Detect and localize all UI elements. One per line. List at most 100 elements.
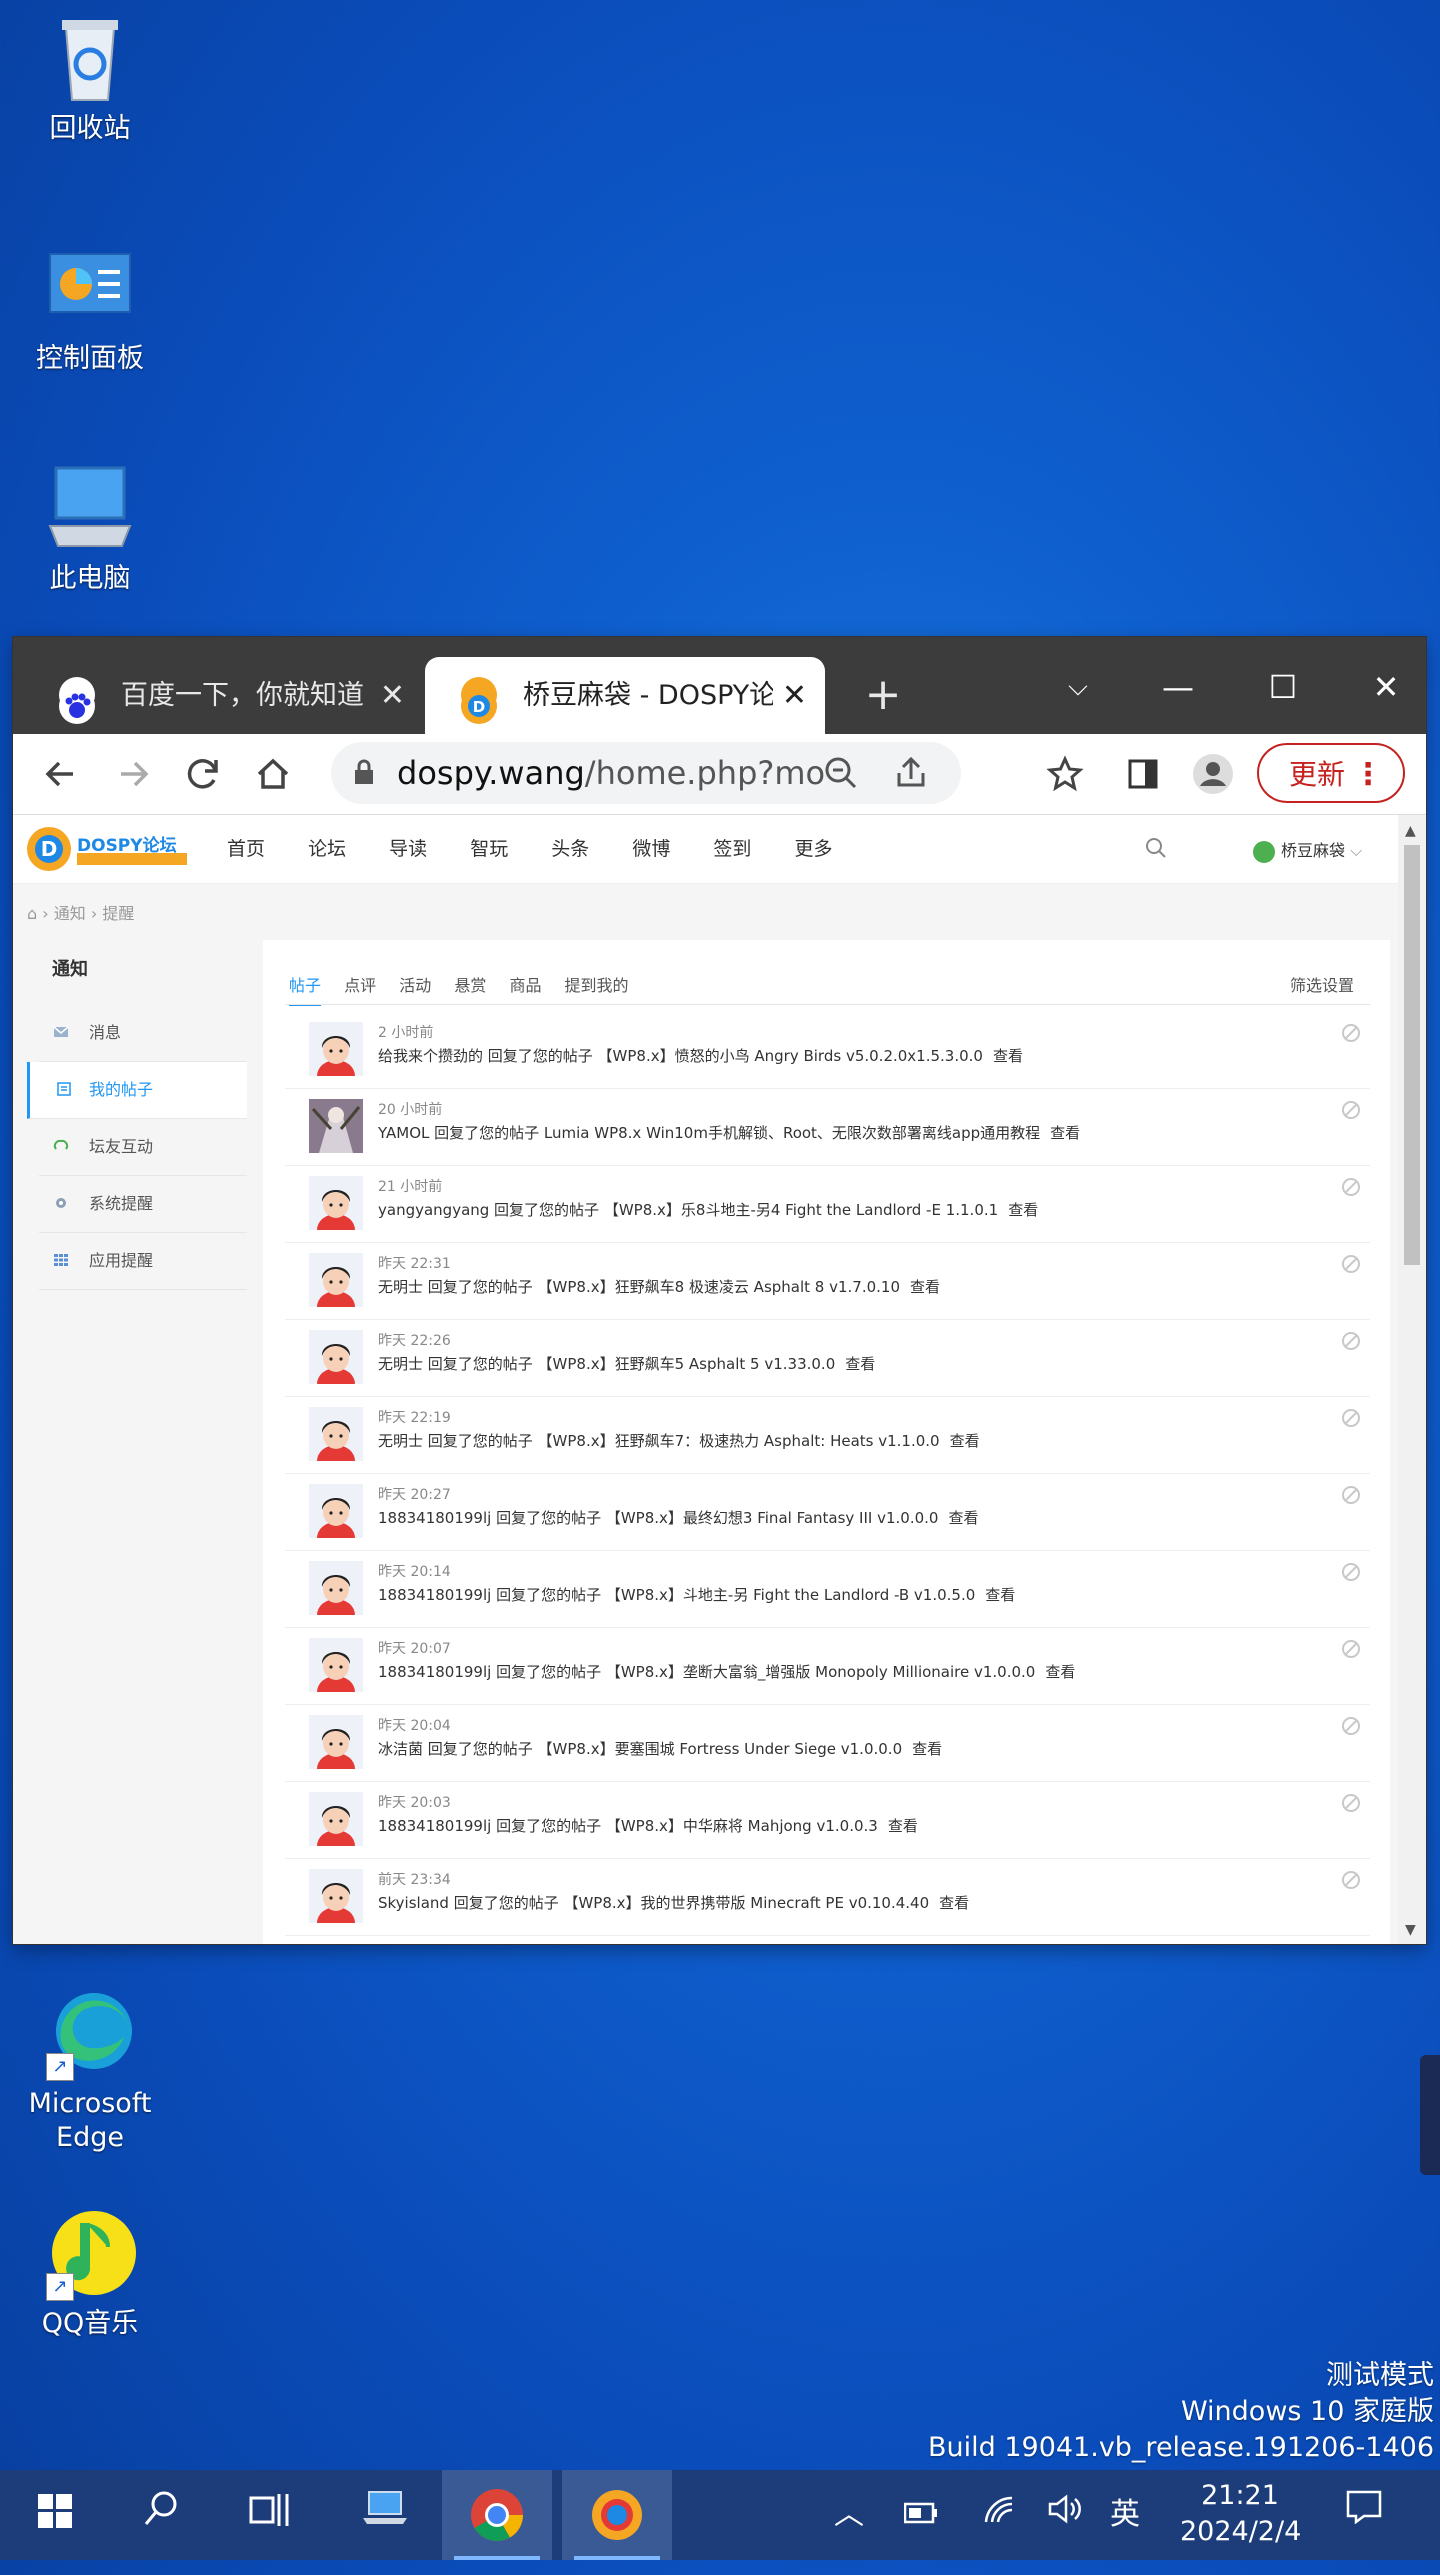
user-avatar[interactable] (309, 1099, 363, 1153)
show-hidden-icons-chevron-icon[interactable]: ︿ (834, 2470, 864, 2560)
tab-close-icon[interactable]: ✕ (782, 657, 807, 734)
new-tab-button[interactable]: + (853, 665, 913, 725)
home-button[interactable] (243, 744, 303, 804)
nav-item[interactable]: 头条 (551, 838, 589, 860)
delete-icon[interactable] (1342, 1640, 1360, 1658)
view-link[interactable]: 查看 (939, 1894, 969, 1912)
nav-item[interactable]: 首页 (227, 838, 265, 860)
view-link[interactable]: 查看 (910, 1278, 940, 1296)
site-logo[interactable]: D DOSPY论坛 (27, 825, 187, 875)
back-button[interactable] (31, 744, 91, 804)
tab-mentions[interactable]: 提到我的 (565, 976, 629, 995)
update-button[interactable]: 更新 ⋮ (1257, 743, 1405, 803)
desktop-icon-control-panel[interactable]: 控制面板 (15, 240, 165, 376)
sidebar-item-interactions[interactable]: 坛友互动 (39, 1119, 247, 1176)
desktop-icon-recycle-bin[interactable]: 回收站 (15, 10, 165, 146)
view-link[interactable]: 查看 (948, 1509, 978, 1527)
battery-icon[interactable] (903, 2470, 938, 2560)
side-panel-button[interactable] (1113, 744, 1173, 804)
delete-icon[interactable] (1342, 1563, 1360, 1581)
site-search-icon[interactable] (1145, 837, 1167, 865)
delete-icon[interactable] (1342, 1486, 1360, 1504)
start-button[interactable] (10, 2470, 100, 2560)
sidebar-item-my-posts[interactable]: 我的帖子 (27, 1062, 247, 1119)
volume-icon[interactable] (1048, 2470, 1084, 2560)
tab-comments[interactable]: 点评 (344, 976, 376, 995)
home-icon[interactable]: ⌂ (27, 904, 37, 923)
minimize-button[interactable]: — (1143, 657, 1213, 717)
network-icon[interactable] (982, 2470, 1016, 2560)
view-link[interactable]: 查看 (985, 1586, 1015, 1604)
desktop-icon-qq-music[interactable]: ↗ QQ音乐 (15, 2205, 165, 2341)
nav-item[interactable]: 导读 (389, 838, 427, 860)
share-button[interactable] (881, 743, 941, 803)
nav-item[interactable]: 智玩 (470, 838, 508, 860)
sidebar-item-apps[interactable]: 应用提醒 (39, 1233, 247, 1290)
tab-close-icon[interactable]: ✕ (380, 657, 405, 734)
desktop-icon-this-pc[interactable]: 此电脑 (15, 460, 165, 596)
tab-search-chevron-icon[interactable]: ⌵ (1043, 657, 1113, 717)
user-avatar[interactable] (309, 1715, 363, 1769)
delete-icon[interactable] (1342, 1794, 1360, 1812)
nav-item[interactable]: 签到 (713, 838, 751, 860)
view-link[interactable]: 查看 (993, 1047, 1023, 1065)
user-avatar[interactable] (309, 1484, 363, 1538)
delete-icon[interactable] (1342, 1332, 1360, 1350)
menu-dots-icon[interactable]: ⋮ (1353, 745, 1383, 805)
filter-settings-link[interactable]: 筛选设置 (1290, 972, 1354, 996)
view-link[interactable]: 查看 (845, 1355, 875, 1373)
nav-item[interactable]: 更多 (794, 838, 832, 860)
taskbar-pc-app[interactable] (340, 2470, 430, 2560)
maximize-button[interactable]: ☐ (1248, 657, 1318, 717)
user-avatar[interactable] (309, 1253, 363, 1307)
forward-button[interactable] (103, 744, 163, 804)
user-menu[interactable]: 桥豆麻袋 ⌵ (1253, 837, 1362, 863)
breadcrumb-item[interactable]: 通知 (54, 904, 86, 923)
view-link[interactable]: 查看 (950, 1432, 980, 1450)
sidebar-item-messages[interactable]: 消息 (39, 1005, 247, 1062)
view-link[interactable]: 查看 (1045, 1663, 1075, 1681)
system-clock[interactable]: 21:21 2024/2/4 (1180, 2478, 1301, 2550)
user-avatar[interactable] (309, 1407, 363, 1461)
search-button[interactable] (116, 2470, 206, 2560)
taskbar-dospy[interactable] (562, 2470, 672, 2560)
notification-center-icon[interactable] (1346, 2470, 1382, 2560)
delete-icon[interactable] (1342, 1871, 1360, 1889)
user-avatar[interactable] (309, 1022, 363, 1076)
user-avatar[interactable] (309, 1176, 363, 1230)
tab-baidu[interactable]: 百度一下，你就知道 ✕ (23, 657, 423, 734)
page-scrollbar[interactable]: ▲ ▼ (1398, 815, 1426, 1944)
zoom-button[interactable] (811, 743, 871, 803)
close-window-button[interactable]: ✕ (1351, 657, 1421, 717)
user-avatar[interactable] (309, 1638, 363, 1692)
user-avatar[interactable] (309, 1792, 363, 1846)
ime-indicator[interactable]: 英 (1110, 2470, 1140, 2560)
reload-button[interactable] (173, 744, 233, 804)
tab-dospy[interactable]: D 桥豆麻袋 - DOSPY论坛 ✕ (425, 657, 825, 734)
delete-icon[interactable] (1342, 1255, 1360, 1273)
user-avatar[interactable] (309, 1330, 363, 1384)
delete-icon[interactable] (1342, 1409, 1360, 1427)
nav-item[interactable]: 微博 (632, 838, 670, 860)
address-bar[interactable]: dospy.wang/home.php?mod... (331, 742, 961, 804)
view-link[interactable]: 查看 (888, 1817, 918, 1835)
delete-icon[interactable] (1342, 1024, 1360, 1042)
desktop-icon-edge[interactable]: ↗ Microsoft Edge (15, 1985, 165, 2155)
bookmark-button[interactable] (1035, 744, 1095, 804)
tab-posts[interactable]: 帖子 (289, 976, 322, 1006)
task-view-button[interactable] (226, 2470, 316, 2560)
delete-icon[interactable] (1342, 1178, 1360, 1196)
user-avatar[interactable] (309, 1561, 363, 1615)
taskbar-chrome[interactable] (442, 2470, 552, 2560)
profile-button[interactable] (1183, 744, 1243, 804)
sidebar-item-system[interactable]: 系统提醒 (39, 1176, 247, 1233)
scrollbar-thumb[interactable] (1404, 845, 1420, 1265)
nav-item[interactable]: 论坛 (308, 838, 346, 860)
view-link[interactable]: 查看 (912, 1740, 942, 1758)
tab-rewards[interactable]: 悬赏 (454, 976, 486, 995)
tab-activities[interactable]: 活动 (399, 976, 431, 995)
tab-goods[interactable]: 商品 (509, 976, 541, 995)
scroll-down-icon[interactable]: ▼ (1405, 1922, 1416, 1938)
view-link[interactable]: 查看 (1050, 1124, 1080, 1142)
delete-icon[interactable] (1342, 1717, 1360, 1735)
